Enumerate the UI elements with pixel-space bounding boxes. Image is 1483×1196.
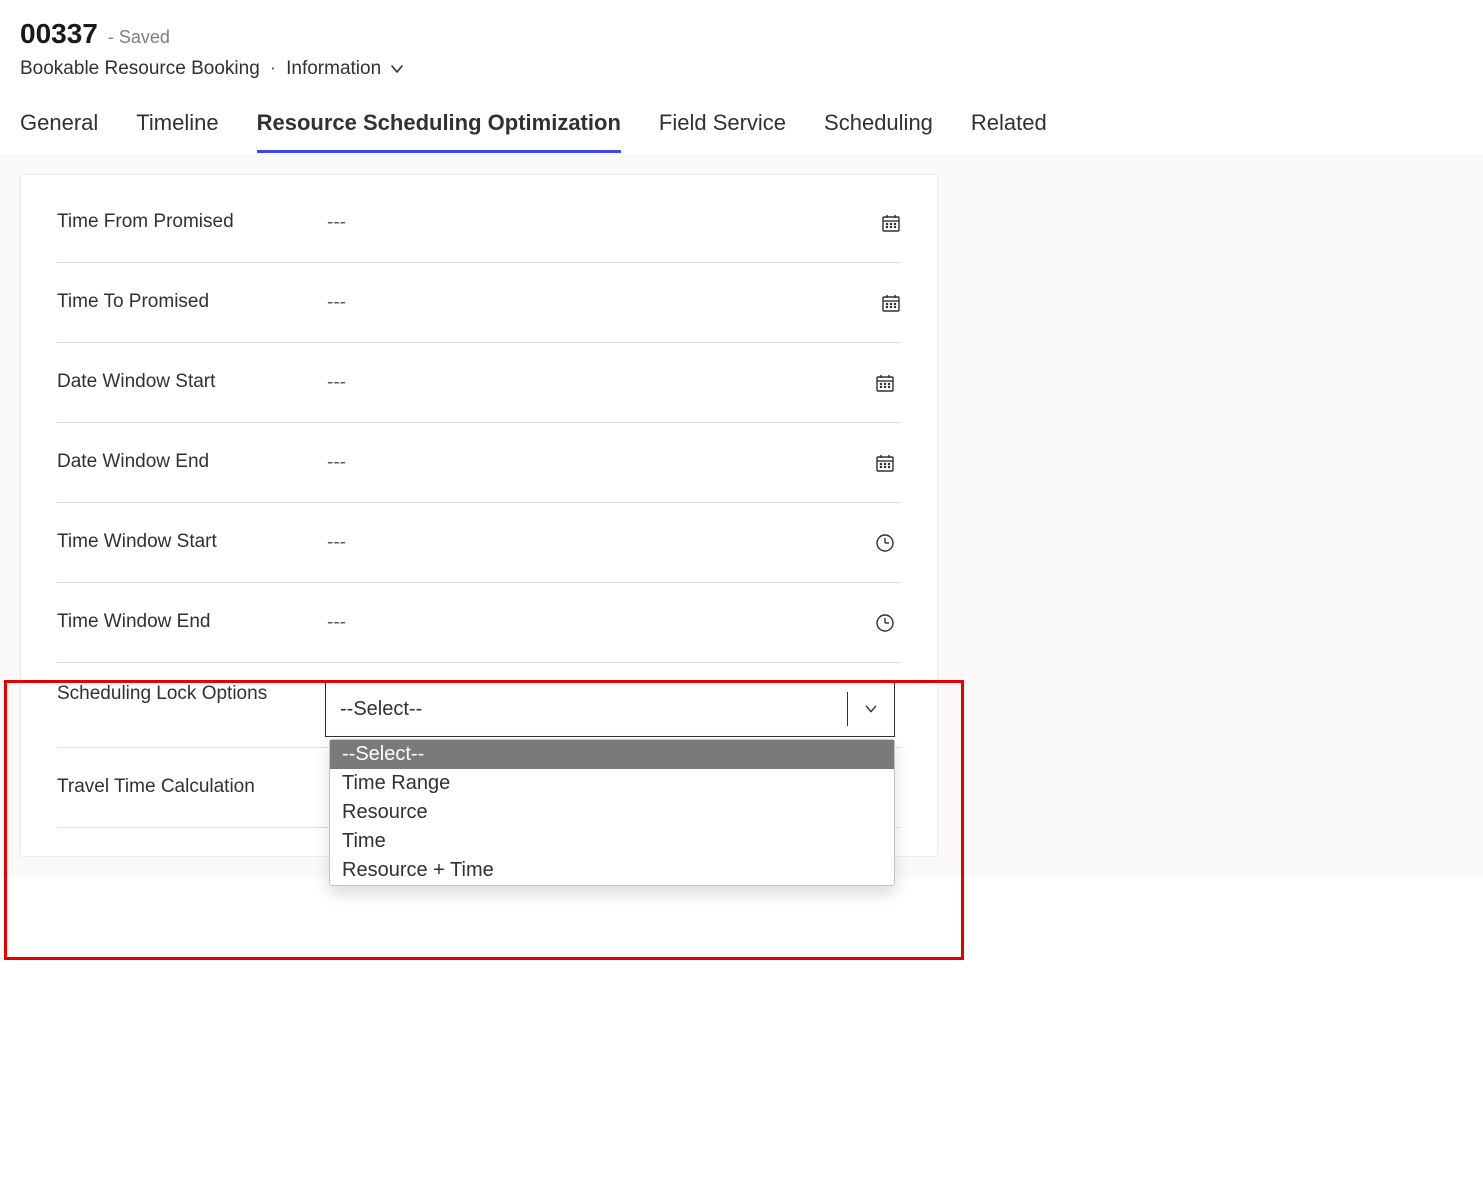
tab-timeline[interactable]: Timeline — [136, 110, 218, 153]
tab-field-service[interactable]: Field Service — [659, 110, 786, 153]
separator-dot: · — [270, 58, 276, 80]
field-time-to-promised[interactable]: Time To Promised --- — [57, 263, 901, 343]
calendar-icon[interactable] — [875, 453, 895, 473]
form-name: Information — [286, 58, 381, 80]
field-label: Date Window Start — [57, 369, 327, 396]
dropdown-option-time-range[interactable]: Time Range — [330, 769, 894, 798]
field-time-window-end[interactable]: Time Window End --- — [57, 583, 901, 663]
field-label: Time From Promised — [57, 209, 327, 236]
calendar-icon[interactable] — [875, 373, 895, 393]
clock-icon[interactable] — [875, 613, 895, 633]
field-value: --- — [327, 452, 901, 474]
chevron-down-icon — [862, 700, 880, 718]
field-time-from-promised[interactable]: Time From Promised --- — [57, 183, 901, 263]
calendar-icon[interactable] — [881, 293, 901, 313]
tab-resource-scheduling-optimization[interactable]: Resource Scheduling Optimization — [257, 110, 621, 153]
field-label: Time To Promised — [57, 289, 327, 316]
tab-general[interactable]: General — [20, 110, 98, 153]
tab-bar: General Timeline Resource Scheduling Opt… — [0, 80, 1483, 154]
field-value: --- — [327, 372, 901, 394]
form-panel: Time From Promised --- Time To Promised … — [20, 174, 938, 857]
field-date-window-end[interactable]: Date Window End --- — [57, 423, 901, 503]
field-value: --- — [327, 532, 901, 554]
select-value: --Select-- — [340, 698, 422, 721]
field-time-window-start[interactable]: Time Window Start --- — [57, 503, 901, 583]
field-label: Travel Time Calculation — [57, 774, 327, 801]
field-scheduling-lock-options: Scheduling Lock Options --Select-- --Sel… — [57, 663, 901, 748]
select-chevron — [847, 692, 880, 726]
field-label: Time Window Start — [57, 529, 327, 556]
field-value: --- — [327, 212, 703, 234]
field-date-window-start[interactable]: Date Window Start --- — [57, 343, 901, 423]
form-selector[interactable]: Information — [286, 58, 407, 80]
entity-name: Bookable Resource Booking — [20, 58, 260, 80]
record-title: 00337 — [20, 18, 98, 50]
clock-icon[interactable] — [875, 533, 895, 553]
field-value: --- — [327, 292, 703, 314]
tab-scheduling[interactable]: Scheduling — [824, 110, 933, 153]
dropdown-list: --Select-- Time Range Resource Time Reso… — [329, 739, 895, 886]
calendar-icon[interactable] — [881, 213, 901, 233]
dropdown-option-time[interactable]: Time — [330, 827, 894, 856]
dropdown-option-resource[interactable]: Resource — [330, 798, 894, 827]
chevron-down-icon — [387, 59, 407, 79]
tab-related[interactable]: Related — [971, 110, 1047, 153]
scheduling-lock-options-select[interactable]: --Select-- — [325, 681, 895, 737]
save-status: - Saved — [108, 27, 170, 48]
field-label: Scheduling Lock Options — [57, 681, 327, 708]
dropdown-option-select[interactable]: --Select-- — [330, 740, 894, 769]
field-label: Date Window End — [57, 449, 327, 476]
field-label: Time Window End — [57, 609, 327, 636]
field-value: --- — [327, 612, 901, 634]
dropdown-option-resource-time[interactable]: Resource + Time — [330, 856, 894, 885]
